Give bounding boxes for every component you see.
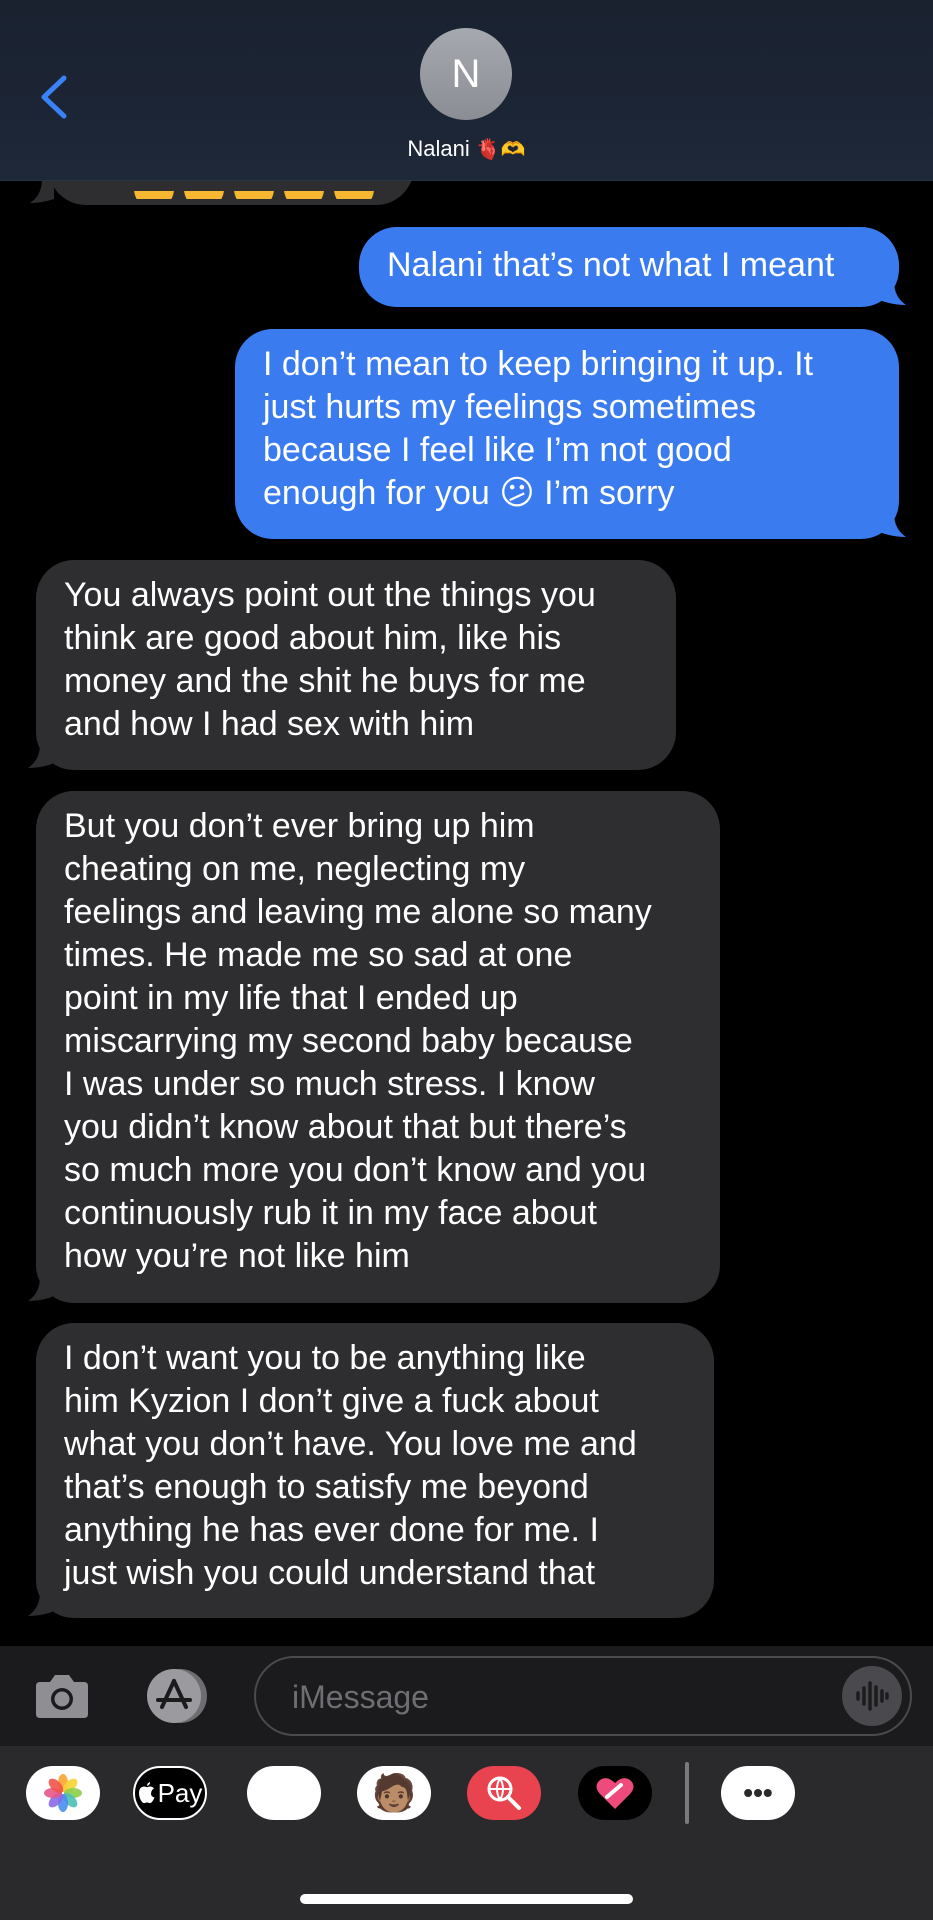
message-bubble-outgoing[interactable]: I don’t mean to keep bringing it up. It … xyxy=(235,329,899,539)
animoji-app-icon[interactable]: 🐵 xyxy=(247,1766,321,1820)
bubble-tail-incoming-icon xyxy=(28,1277,52,1301)
message-line: feelings and leaving me alone so many xyxy=(64,893,652,931)
imessage-app-drawer: Pay 🐵 🧑🏽 ••• xyxy=(0,1746,933,1920)
message-line: miscarrying my second baby because xyxy=(64,1022,633,1060)
message-line: I don’t mean to keep bringing it up. It xyxy=(263,345,814,383)
camera-icon[interactable] xyxy=(34,1672,90,1720)
conversation-header: N Nalani 🫀🫶 xyxy=(0,0,933,181)
memoji-glyph: 🧑🏽 xyxy=(371,1772,417,1813)
apple-pay-label: Pay xyxy=(157,1777,203,1808)
message-line: I was under so much stress. I know xyxy=(64,1065,595,1103)
bubble-tail-outgoing-icon xyxy=(882,281,906,305)
emoji-icons xyxy=(134,181,374,199)
message-line: you didn’t know about that but there’s xyxy=(64,1108,627,1146)
contact-emoji: 🫀🫶 xyxy=(475,139,526,161)
memoji-app-icon[interactable]: 🧑🏽 xyxy=(357,1766,431,1820)
message-line: continuously rub it in my face about xyxy=(64,1194,597,1232)
message-bubble-incoming[interactable]: You always point out the things you thin… xyxy=(36,560,676,770)
message-line: think are good about him, like his xyxy=(64,619,562,657)
back-chevron-icon[interactable] xyxy=(34,72,74,122)
message-line: because I feel like I’m not good xyxy=(263,431,732,469)
bubble-tail-incoming-icon xyxy=(30,181,54,203)
message-line: times. He made me so sad at one xyxy=(64,936,573,974)
app-drawer-divider xyxy=(685,1762,689,1824)
message-line: I don’t want you to be anything like xyxy=(64,1339,586,1377)
contact-name-row[interactable]: Nalani 🫀🫶 xyxy=(0,136,933,162)
images-search-app-icon[interactable] xyxy=(467,1766,541,1820)
message-line: him Kyzion I don’t give a fuck about xyxy=(64,1382,599,1420)
apple-logo-icon xyxy=(138,1782,155,1804)
photos-flower-icon xyxy=(44,1774,82,1812)
contact-avatar[interactable]: N xyxy=(420,28,512,120)
bubble-tail-outgoing-icon xyxy=(882,513,906,537)
message-line: But you don’t ever bring up him xyxy=(64,807,535,845)
message-line: what you don’t have. You love me and xyxy=(64,1425,637,1463)
home-indicator xyxy=(300,1894,633,1904)
message-line: that’s enough to satisfy me beyond xyxy=(64,1468,589,1506)
message-bubble-incoming[interactable]: But you don’t ever bring up him cheating… xyxy=(36,791,720,1303)
message-line: cheating on me, neglecting my xyxy=(64,850,526,888)
message-line: enough for you 😕 I’m sorry xyxy=(263,474,675,512)
message-line: You always point out the things you xyxy=(64,576,596,614)
more-apps-icon[interactable]: ••• xyxy=(721,1766,795,1820)
animoji-glyph: 🐵 xyxy=(263,1772,305,1813)
app-store-icon[interactable] xyxy=(142,1667,214,1725)
bubble-tail-incoming-icon xyxy=(28,1592,52,1616)
message-line: and how I had sex with him xyxy=(64,705,475,743)
compose-bar xyxy=(0,1646,933,1746)
message-line: point in my life that I ended up xyxy=(64,979,518,1017)
bubble-tail-incoming-icon xyxy=(28,744,52,768)
audio-message-icon[interactable] xyxy=(842,1666,902,1726)
photos-app-icon[interactable] xyxy=(26,1766,100,1820)
apple-pay-app-icon[interactable]: Pay xyxy=(133,1766,207,1820)
heart-touch-icon xyxy=(596,1778,634,1809)
message-line: how you’re not like him xyxy=(64,1237,410,1275)
globe-search-icon xyxy=(487,1776,521,1810)
message-text: Nalani that’s not what I meant xyxy=(387,246,835,284)
message-bubble-outgoing[interactable]: Nalani that’s not what I meant xyxy=(359,227,899,307)
message-thread[interactable]: Nalani that’s not what I meant I don’t m… xyxy=(0,181,933,1646)
message-line: anything he has ever done for me. I xyxy=(64,1511,599,1549)
message-bubble-incoming-partial xyxy=(48,181,414,205)
message-input-field[interactable] xyxy=(254,1656,912,1736)
digital-touch-app-icon[interactable] xyxy=(578,1766,652,1820)
contact-name: Nalani xyxy=(407,136,470,161)
message-line: so much more you don’t know and you xyxy=(64,1151,647,1189)
more-dots: ••• xyxy=(743,1777,773,1808)
emoji-row-partial xyxy=(134,181,374,199)
message-line: just wish you could understand that xyxy=(64,1554,596,1592)
message-input[interactable] xyxy=(290,1674,794,1720)
message-line: just hurts my feelings sometimes xyxy=(263,388,757,426)
message-line: money and the shit he buys for me xyxy=(64,662,586,700)
message-bubble-incoming[interactable]: I don’t want you to be anything like him… xyxy=(36,1323,714,1618)
